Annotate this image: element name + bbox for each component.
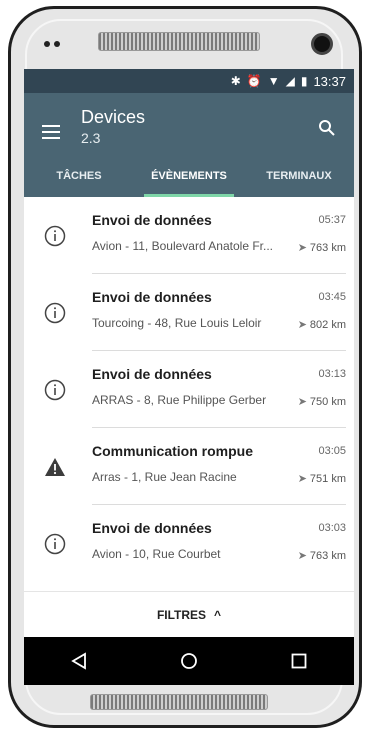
sensor-dots xyxy=(44,41,60,47)
search-icon[interactable] xyxy=(318,119,336,137)
signal-icon: ◢ xyxy=(285,74,295,88)
event-distance: ➤ 751 km xyxy=(298,472,346,485)
app-subtitle: 2.3 xyxy=(81,130,101,146)
status-bar: ✱ ⏰ ▼ ◢ ▮ 13:37 xyxy=(24,69,354,93)
tab-bar: TÂCHES ÉVÈNEMENTS TERMINAUX xyxy=(24,155,354,197)
navigation-arrow-icon: ➤ xyxy=(297,550,307,562)
filters-button[interactable]: FILTRES ^ xyxy=(24,591,354,637)
event-distance: ➤ 802 km xyxy=(298,318,346,331)
event-distance: ➤ 750 km xyxy=(298,395,346,408)
event-row[interactable]: Envoi de données 03:03 Avion - 10, Rue C… xyxy=(24,505,354,582)
info-icon xyxy=(44,225,66,247)
phone-screen: ✱ ⏰ ▼ ◢ ▮ 13:37 Devices 2.3 TÂCHES ÉVÈNE… xyxy=(24,69,354,685)
navigation-arrow-icon: ➤ xyxy=(297,396,307,408)
distance-value: 751 km xyxy=(309,473,346,485)
event-list: Envoi de données 05:37 Avion - 11, Boule… xyxy=(24,197,354,591)
info-icon xyxy=(44,379,66,401)
tab-label: ÉVÈNEMENTS xyxy=(151,170,227,182)
battery-icon: ▮ xyxy=(300,74,308,88)
distance-value: 763 km xyxy=(309,242,346,254)
tab-terminaux[interactable]: TERMINAUX xyxy=(244,155,354,197)
info-icon xyxy=(44,533,66,555)
event-time: 05:37 xyxy=(318,214,346,226)
event-title: Envoi de données xyxy=(92,289,212,305)
bluetooth-icon: ✱ xyxy=(230,74,241,88)
chevron-up-icon: ^ xyxy=(214,607,222,622)
event-row[interactable]: Envoi de données 03:13 ARRAS - 8, Rue Ph… xyxy=(24,351,354,428)
distance-value: 763 km xyxy=(309,550,346,562)
event-title: Communication rompue xyxy=(92,443,254,459)
back-triangle-icon xyxy=(71,652,86,670)
navigation-arrow-icon: ➤ xyxy=(297,319,307,331)
event-distance: ➤ 763 km xyxy=(298,549,346,562)
event-address: ARRAS - 8, Rue Philippe Gerber xyxy=(92,393,267,407)
tab-taches[interactable]: TÂCHES xyxy=(24,155,134,197)
wifi-icon: ▼ xyxy=(267,74,280,88)
distance-value: 750 km xyxy=(309,396,346,408)
app-title: Devices xyxy=(81,107,146,127)
event-row[interactable]: Envoi de données 03:45 Tourcoing - 48, R… xyxy=(24,274,354,351)
event-time: 03:13 xyxy=(318,368,346,380)
event-time: 03:05 xyxy=(318,445,346,457)
event-row[interactable]: Envoi de données 05:37 Avion - 11, Boule… xyxy=(24,197,354,274)
navigation-arrow-icon: ➤ xyxy=(297,473,307,485)
android-navigation-bar xyxy=(24,637,354,685)
event-row[interactable]: Communication rompue 03:05 Arras - 1, Ru… xyxy=(24,428,354,505)
back-button[interactable] xyxy=(63,645,95,677)
event-address: Tourcoing - 48, Rue Louis Leloir xyxy=(92,316,262,330)
navigation-arrow-icon: ➤ xyxy=(297,242,307,254)
warning-icon xyxy=(45,458,65,476)
event-title: Envoi de données xyxy=(92,520,212,536)
app-bar: Devices 2.3 TÂCHES ÉVÈNEMENTS TERMINAUX xyxy=(24,93,354,197)
tab-evenements[interactable]: ÉVÈNEMENTS xyxy=(134,155,244,197)
front-camera xyxy=(311,33,333,55)
event-address: Avion - 11, Boulevard Anatole Fr... xyxy=(92,239,273,253)
event-address: Arras - 1, Rue Jean Racine xyxy=(92,470,237,484)
status-time: 13:37 xyxy=(313,73,346,89)
tab-label: TERMINAUX xyxy=(266,170,332,182)
home-circle-icon xyxy=(181,653,197,669)
event-distance: ➤ 763 km xyxy=(298,241,346,254)
tab-label: TÂCHES xyxy=(56,170,102,182)
event-address: Avion - 10, Rue Courbet xyxy=(92,547,221,561)
event-title: Envoi de données xyxy=(92,366,212,382)
event-time: 03:03 xyxy=(318,522,346,534)
home-button[interactable] xyxy=(173,645,205,677)
info-icon xyxy=(44,302,66,324)
recents-button[interactable] xyxy=(283,645,315,677)
event-time: 03:45 xyxy=(318,291,346,303)
event-title: Envoi de données xyxy=(92,212,212,228)
distance-value: 802 km xyxy=(309,319,346,331)
bottom-speaker-grille xyxy=(90,694,268,710)
filters-label: FILTRES xyxy=(156,607,207,622)
hamburger-menu-icon[interactable] xyxy=(42,125,60,139)
recents-square-icon xyxy=(291,653,307,669)
alarm-icon: ⏰ xyxy=(246,74,262,88)
top-speaker-grille xyxy=(98,32,260,51)
